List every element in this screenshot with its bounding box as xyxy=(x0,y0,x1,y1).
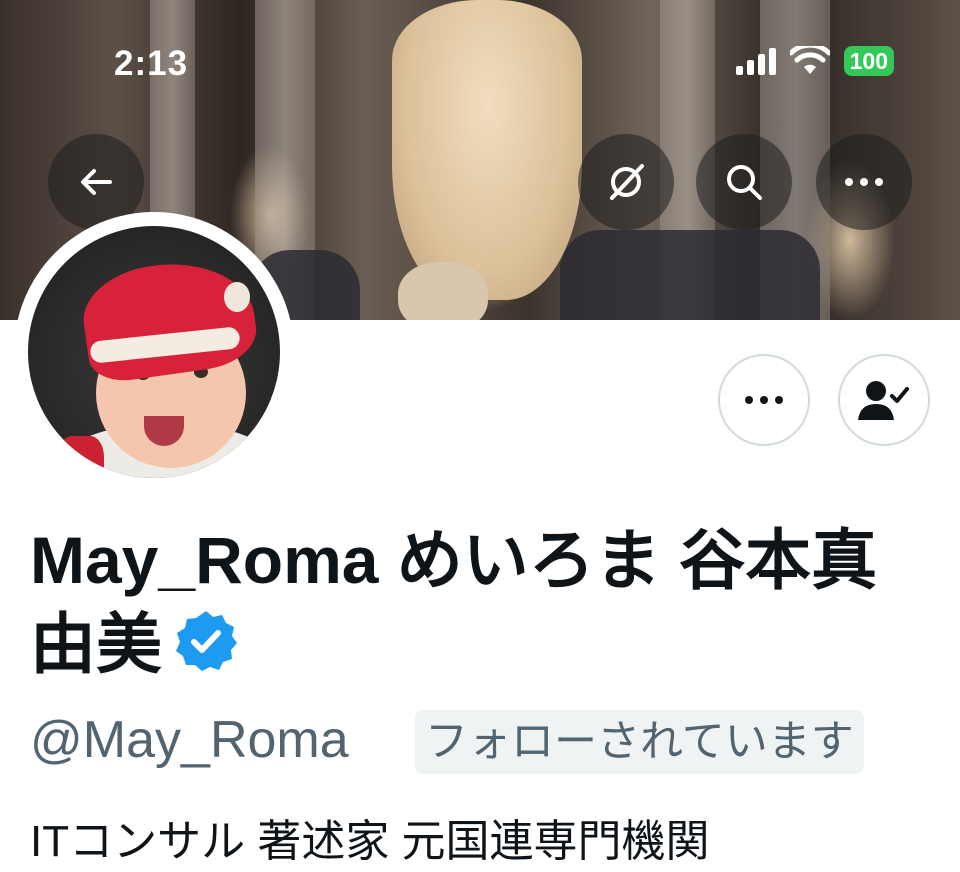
verified-badge-icon[interactable] xyxy=(174,608,238,692)
back-arrow-icon xyxy=(81,169,112,195)
more-options-icon xyxy=(745,396,783,404)
more-options-button[interactable] xyxy=(718,354,810,446)
profile-avatar[interactable] xyxy=(14,212,294,492)
battery-icon: 100 xyxy=(843,46,894,76)
more-icon xyxy=(845,178,883,186)
avatar-bib-trim xyxy=(58,436,104,478)
profile-handle: @May_Roma xyxy=(30,711,349,769)
more-button[interactable] xyxy=(816,134,912,230)
grok-icon xyxy=(610,164,644,200)
following-button[interactable] xyxy=(838,354,930,446)
wifi-icon xyxy=(789,46,830,74)
search-icon xyxy=(727,165,762,200)
banner-crowd xyxy=(560,230,820,320)
status-icons: 100 xyxy=(735,46,894,76)
avatar-santa-hat-pom xyxy=(224,282,250,312)
search-button[interactable] xyxy=(696,134,792,230)
banner-statue xyxy=(392,0,582,300)
display-name: May_Roma めいろま 谷本真由美 xyxy=(30,518,910,692)
avatar-image xyxy=(28,226,280,478)
status-time: 2:13 xyxy=(114,44,189,83)
follows-you-badge: フォローされています xyxy=(415,710,864,774)
cellular-signal-icon xyxy=(735,47,776,75)
banner-statue-base xyxy=(398,262,488,320)
following-user-icon xyxy=(858,381,909,420)
profile-bio: ITコンサル 著述家 元国連専門機関 xyxy=(30,817,710,866)
grok-button[interactable] xyxy=(578,134,674,230)
display-name-text: May_Roma めいろま 谷本真由美 xyxy=(30,523,878,681)
